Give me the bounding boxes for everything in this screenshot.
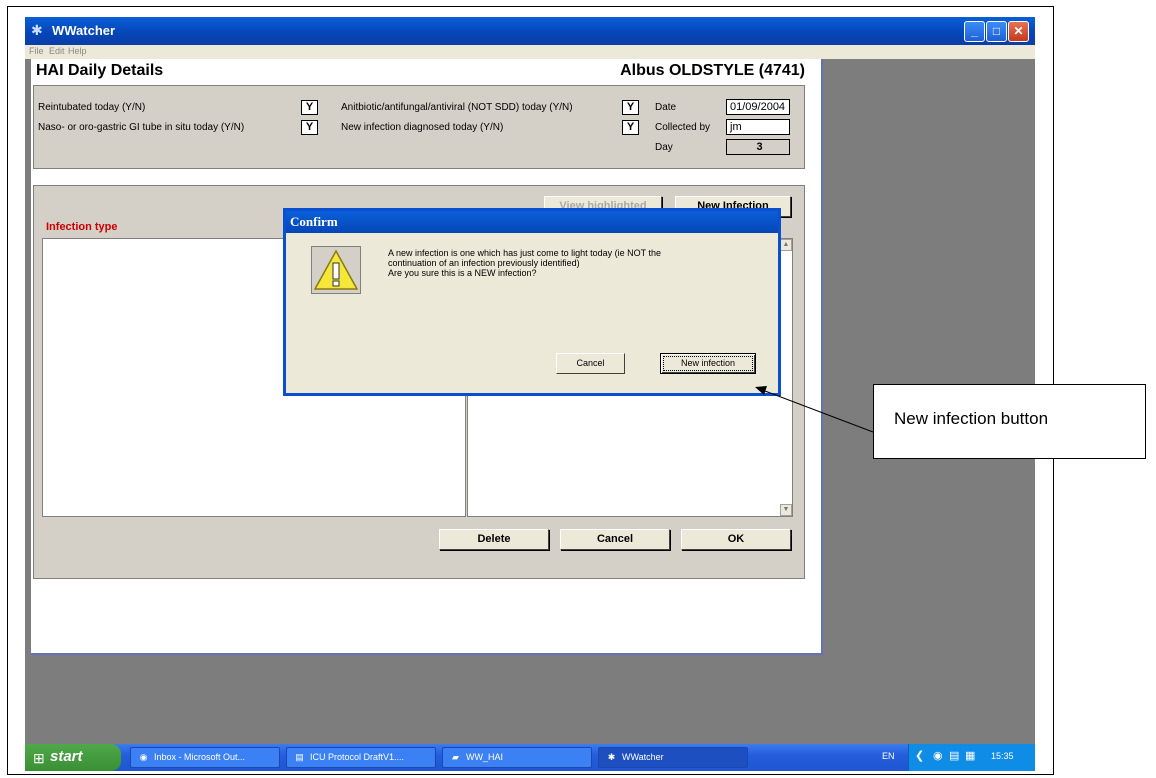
callout-text: New infection button: [894, 409, 1049, 428]
callout-box: New infection button: [873, 384, 1146, 459]
